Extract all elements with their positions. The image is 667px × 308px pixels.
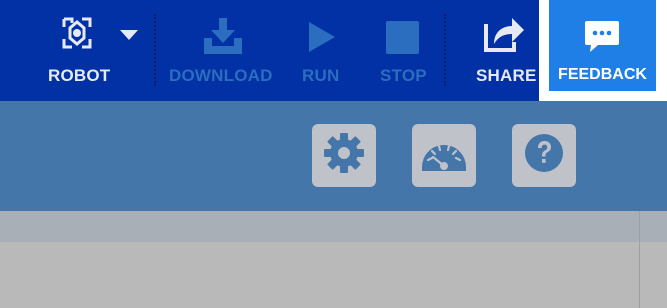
run-button[interactable]: RUN <box>296 0 350 101</box>
gauge-icon <box>419 133 469 178</box>
robot-button[interactable]: ROBOT <box>40 0 112 101</box>
question-icon <box>524 133 564 178</box>
run-label: RUN <box>302 66 340 85</box>
workspace-header-strip <box>0 211 667 242</box>
robot-label: ROBOT <box>48 66 111 85</box>
download-icon <box>202 16 244 61</box>
share-label: SHARE <box>476 66 537 85</box>
feedback-container: FEEDBACK <box>539 0 667 101</box>
stop-icon <box>386 21 419 59</box>
workspace-divider <box>639 211 640 308</box>
download-label: DOWNLOAD <box>169 66 273 85</box>
feedback-label: FEEDBACK <box>558 66 647 83</box>
robot-icon <box>60 15 94 56</box>
share-icon <box>484 14 526 59</box>
download-button[interactable]: DOWNLOAD <box>168 0 280 101</box>
workspace-area <box>0 242 667 308</box>
settings-button[interactable] <box>312 124 376 187</box>
stop-label: STOP <box>380 66 427 85</box>
stop-button[interactable]: STOP <box>374 0 432 101</box>
dashboard-button[interactable] <box>412 124 476 187</box>
top-toolbar: ROBOT DOWNLOAD RUN STOP SHARE FEEDBACK <box>0 0 667 101</box>
toolbar-separator <box>154 14 156 86</box>
toolbar-separator <box>444 14 446 86</box>
caret-down-icon[interactable] <box>120 30 138 40</box>
share-button[interactable]: SHARE <box>470 0 540 101</box>
chat-bubble-icon <box>584 19 620 60</box>
feedback-button[interactable]: FEEDBACK <box>549 0 656 91</box>
play-icon <box>307 21 337 58</box>
help-button[interactable] <box>512 124 576 187</box>
gear-icon <box>322 131 366 180</box>
